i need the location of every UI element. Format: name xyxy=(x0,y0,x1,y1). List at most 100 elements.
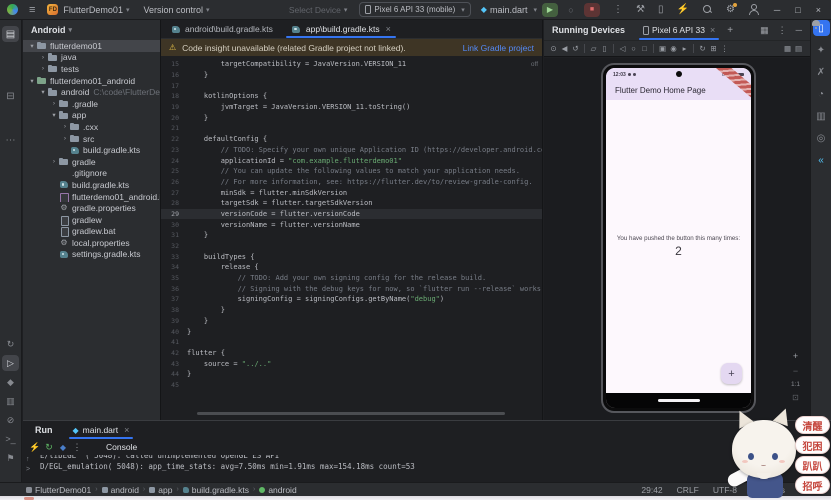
tree-item[interactable]: build.gradle.kts xyxy=(23,179,160,191)
chevron-right-icon[interactable]: › xyxy=(50,158,58,165)
build-tool-icon[interactable]: ▥ xyxy=(2,393,19,409)
commit-icon[interactable]: ⊟ xyxy=(2,88,19,104)
inspection-widget[interactable]: off xyxy=(531,61,538,68)
main-menu-icon[interactable]: ≡ xyxy=(29,4,35,16)
history-icon[interactable]: ◔ xyxy=(813,86,830,102)
chevron-down-icon[interactable]: ▾ xyxy=(28,42,36,50)
code-line[interactable]: 24 applicationId = "com.example.flutterd… xyxy=(161,155,542,166)
code-line[interactable]: 23 // TODO: Specify your own unique Appl… xyxy=(161,145,542,156)
minimize-icon[interactable]: ─ xyxy=(774,5,780,15)
zoom-fit-button[interactable]: ⊡ xyxy=(792,393,799,402)
power-icon[interactable]: ⊙ xyxy=(548,44,559,53)
code-line[interactable]: 25 // You can update the following value… xyxy=(161,166,542,177)
account-icon[interactable] xyxy=(748,4,759,15)
code-line[interactable]: 15 targetCompatibility = JavaVersion.VER… xyxy=(161,59,542,70)
run-tab[interactable]: ◆ main.dart × xyxy=(69,421,134,439)
search-icon[interactable] xyxy=(702,4,713,15)
tree-item[interactable]: ▾flutterdemo01_android xyxy=(23,75,160,87)
zoom-out-button[interactable]: − xyxy=(793,366,798,376)
mirror-icon[interactable]: ▦ xyxy=(782,44,793,53)
horizontal-scrollbar[interactable] xyxy=(197,412,505,415)
code-line[interactable]: 45 xyxy=(161,380,542,391)
project-name-selector[interactable]: FlutterDemo01 xyxy=(63,5,123,15)
project-icon[interactable]: ▤ xyxy=(2,26,19,42)
device-manager-icon[interactable]: ▯ xyxy=(658,4,664,15)
close-icon[interactable]: × xyxy=(816,5,821,15)
tree-item[interactable]: ›tests xyxy=(23,63,160,75)
console-tab[interactable]: Console xyxy=(106,442,137,452)
code-line[interactable]: 18 kotlinOptions { xyxy=(161,91,542,102)
device-selector[interactable]: Pixel 6 API 33 (mobile) ▾ xyxy=(359,2,470,17)
more-tools-icon[interactable]: ⋯ xyxy=(2,132,19,148)
hide-panel-icon[interactable]: ─ xyxy=(796,25,802,36)
code-editor[interactable]: android\build.gradle.ktsapp\build.gradle… xyxy=(160,20,543,420)
status-widget[interactable]: CRLF xyxy=(677,485,699,495)
code-line[interactable]: 17 xyxy=(161,80,542,91)
build-icon[interactable]: ⚒ xyxy=(636,4,645,15)
zoom-in-button[interactable]: + xyxy=(793,351,798,361)
code-line[interactable]: 22 defaultConfig { xyxy=(161,134,542,145)
code-line[interactable]: 35 // TODO: Add your own signing config … xyxy=(161,273,542,284)
hot-restart-icon[interactable]: ↻ xyxy=(42,442,56,453)
chevron-right-icon[interactable]: › xyxy=(61,135,69,142)
tree-item[interactable]: .gitignore xyxy=(23,168,160,180)
tree-item[interactable]: ›.gradle xyxy=(23,98,160,110)
tree-item[interactable]: flutterdemo01_android.iml xyxy=(23,191,160,203)
screenshot-icon[interactable]: ▣ xyxy=(657,44,668,53)
code-line[interactable]: 29 versionCode = flutter.versionCode xyxy=(161,209,542,220)
code-area[interactable]: 15 targetCompatibility = JavaVersion.VER… xyxy=(161,56,542,410)
pet-action-button[interactable]: 犯困 xyxy=(795,436,830,454)
run-configuration-selector[interactable]: ◆ main.dart ▾ xyxy=(481,5,537,15)
code-line[interactable]: 43 source = "../.." xyxy=(161,358,542,369)
tree-item[interactable]: ▾androidC:\code\FlutterDemo01\andr xyxy=(23,86,160,98)
code-line[interactable]: 41 xyxy=(161,337,542,348)
console-output[interactable]: E/libEGL ( 5048): called unimplemented O… xyxy=(23,455,831,482)
chevron-down-icon[interactable]: ▾ xyxy=(28,77,36,85)
camera-icon[interactable]: ◉ xyxy=(668,44,679,53)
gemini-icon[interactable]: ✦ xyxy=(813,42,830,58)
status-widget[interactable]: 29:42 xyxy=(641,485,662,495)
device-tab[interactable]: Pixel 6 API 33 × xyxy=(639,20,719,40)
settings-gear-icon[interactable]: ⚙ xyxy=(726,4,735,15)
run-button[interactable]: ▶ xyxy=(542,3,558,17)
tree-item[interactable]: settings.gradle.kts xyxy=(23,249,160,261)
code-line[interactable]: 42flutter { xyxy=(161,348,542,359)
code-line[interactable]: 38 } xyxy=(161,305,542,316)
services-icon[interactable]: ↻ xyxy=(2,336,19,352)
problems-icon[interactable]: ⊘ xyxy=(2,412,19,428)
code-line[interactable]: 26 // For more information, see: https:/… xyxy=(161,177,542,188)
stop-button[interactable]: ■ xyxy=(584,3,600,17)
code-line[interactable]: 16 } xyxy=(161,70,542,81)
code-line[interactable]: 33 buildTypes { xyxy=(161,251,542,262)
tree-item[interactable]: ›gradle xyxy=(23,156,160,168)
chevron-right-icon[interactable]: › xyxy=(39,54,47,61)
overview-icon[interactable]: □ xyxy=(639,44,650,53)
select-device-combo[interactable]: Select Device ▾ xyxy=(289,5,347,15)
pet-action-button[interactable]: 趴趴 xyxy=(795,456,830,474)
logcat-icon[interactable]: ▥ xyxy=(813,108,830,124)
snapshot-icon[interactable]: ⊞ xyxy=(708,44,719,53)
back-icon[interactable]: ◁ xyxy=(617,44,628,53)
more-actions-icon[interactable]: ⋮ xyxy=(613,4,623,15)
code-line[interactable]: 30 versionName = flutter.versionName xyxy=(161,219,542,230)
breadcrumb-item[interactable]: app xyxy=(149,485,172,495)
home-icon[interactable]: ○ xyxy=(628,44,639,53)
breadcrumb-item[interactable]: android xyxy=(259,485,296,495)
tree-item[interactable]: ›.cxx xyxy=(23,121,160,133)
app-insights-icon[interactable]: ◆ xyxy=(2,374,19,390)
tree-item[interactable]: ›java xyxy=(23,52,160,64)
code-line[interactable]: 20 } xyxy=(161,112,542,123)
device-more-icon[interactable]: ⋮ xyxy=(719,44,730,53)
chevron-right-icon[interactable]: › xyxy=(50,100,58,107)
flutter-inspector-icon[interactable]: « xyxy=(813,152,830,168)
chevron-down-icon[interactable]: ▾ xyxy=(50,111,58,119)
close-icon[interactable]: × xyxy=(710,25,715,35)
code-line[interactable]: 31 } xyxy=(161,230,542,241)
version-control-icon[interactable]: ⚑ xyxy=(2,450,19,466)
more-options-icon[interactable]: ⋮ xyxy=(778,25,787,36)
terminal-icon[interactable]: >_ xyxy=(2,431,19,447)
tree-item[interactable]: gradlew xyxy=(23,214,160,226)
close-icon[interactable]: × xyxy=(124,425,129,435)
device-file-explorer-icon[interactable]: ▤ xyxy=(793,44,804,53)
code-line[interactable]: 27 minSdk = flutter.minSdkVersion xyxy=(161,187,542,198)
